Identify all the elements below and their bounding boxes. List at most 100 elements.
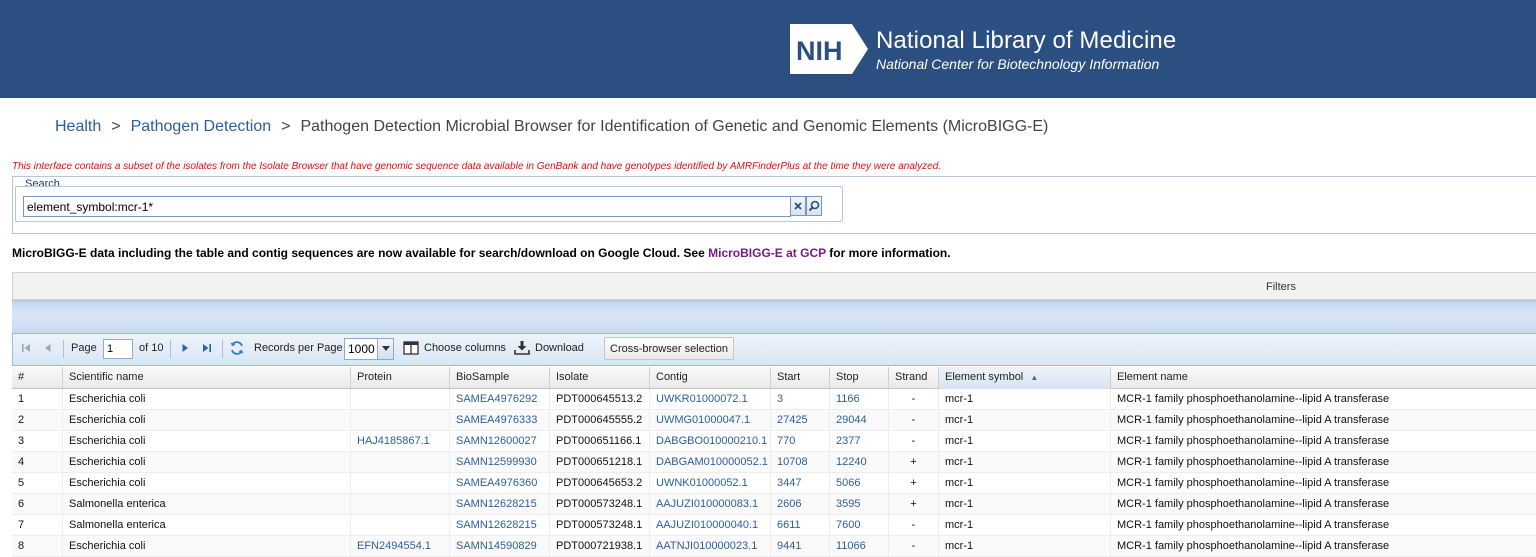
column-header-start[interactable]: Start: [771, 367, 830, 389]
filters-panel-header[interactable]: [12, 272, 1536, 300]
cell-stop[interactable]: 1166: [830, 389, 889, 410]
cell-stop[interactable]: 3595: [830, 494, 889, 515]
next-page-button[interactable]: [179, 342, 191, 354]
cell-biosample[interactable]: SAMN12599930: [450, 452, 550, 473]
cell-scientific-name: Salmonella enterica: [63, 515, 351, 536]
cell-strand: -: [889, 389, 939, 410]
cell-contig[interactable]: UWMG01000047.1: [650, 410, 771, 431]
search-button[interactable]: [806, 196, 822, 216]
cell-biosample[interactable]: SAMN12600027: [450, 431, 550, 452]
filters-panel-body: [12, 300, 1536, 334]
table-row[interactable]: 6 Salmonella enterica SAMN12628215 PDT00057…: [12, 494, 1536, 515]
cell-stop[interactable]: 29044: [830, 410, 889, 431]
column-header-number[interactable]: #: [12, 367, 63, 389]
gcp-notice: MicroBIGG-E data including the table and…: [12, 246, 951, 260]
column-header-strand[interactable]: Strand: [889, 367, 939, 389]
cell-protein[interactable]: HAJ4185867.1: [351, 431, 450, 452]
cell-biosample[interactable]: SAMEA4976292: [450, 389, 550, 410]
cell-number: 6: [12, 494, 63, 515]
column-header-contig[interactable]: Contig: [650, 367, 771, 389]
cell-start[interactable]: 3: [771, 389, 830, 410]
sort-ascending-icon: ▲: [1030, 373, 1039, 382]
gcp-notice-text: MicroBIGG-E data including the table and…: [12, 246, 709, 260]
breadcrumb-link-pathogen-detection[interactable]: Pathogen Detection: [131, 118, 272, 135]
clear-search-button[interactable]: [790, 196, 806, 216]
cell-scientific-name: Escherichia coli: [63, 536, 351, 557]
gcp-link[interactable]: MicroBIGG-E at GCP: [708, 246, 826, 260]
cross-browser-selection-button[interactable]: Cross-browser selection: [604, 337, 734, 360]
breadcrumb: Health > Pathogen Detection > Pathogen Detec…: [55, 118, 1048, 136]
choose-columns-button[interactable]: Choose columns: [403, 341, 506, 355]
nih-logo-text: NIH: [796, 36, 843, 66]
column-header-protein[interactable]: Protein: [351, 367, 450, 389]
column-header-element-name[interactable]: Element name: [1111, 367, 1536, 389]
gcp-notice-suffix: for more information.: [825, 246, 951, 260]
cell-scientific-name: Escherichia coli: [63, 389, 351, 410]
column-header-element-symbol[interactable]: Element symbol ▲: [939, 367, 1111, 389]
cell-biosample[interactable]: SAMEA4976360: [450, 473, 550, 494]
table-row[interactable]: 1 Escherichia coli SAMEA4976292 PDT00064551…: [12, 389, 1536, 410]
cell-biosample[interactable]: SAMN12628215: [450, 515, 550, 536]
ncbi-subtitle[interactable]: National Center for Biotechnology Inform…: [876, 56, 1159, 72]
last-page-button[interactable]: [201, 342, 213, 354]
cell-contig[interactable]: UWNK01000052.1: [650, 473, 771, 494]
cell-element-symbol: mcr-1: [939, 473, 1111, 494]
column-header-scientific-name[interactable]: Scientific name: [63, 367, 351, 389]
nlm-title[interactable]: National Library of Medicine: [876, 27, 1176, 55]
cell-protein[interactable]: EFN2494554.1: [351, 536, 450, 557]
column-header-isolate[interactable]: Isolate: [550, 367, 650, 389]
column-header-biosample[interactable]: BioSample: [450, 367, 550, 389]
refresh-button[interactable]: [229, 340, 245, 356]
cell-contig[interactable]: AATNJI010000023.1: [650, 536, 771, 557]
cell-number: 8: [12, 536, 63, 557]
cell-isolate: PDT000651166.1: [550, 431, 650, 452]
element-symbol-header-label: Element symbol: [945, 371, 1024, 383]
table-row[interactable]: 5 Escherichia coli SAMEA4976360 PDT00064565…: [12, 473, 1536, 494]
previous-page-button[interactable]: [42, 342, 54, 354]
breadcrumb-separator: >: [281, 118, 291, 135]
records-per-page-select[interactable]: 1000: [344, 338, 394, 360]
cell-contig[interactable]: AAJUZI010000083.1: [650, 494, 771, 515]
column-header-stop[interactable]: Stop: [830, 367, 889, 389]
page-number-input[interactable]: [103, 339, 133, 359]
first-page-button[interactable]: [20, 342, 32, 354]
cell-start[interactable]: 6611: [771, 515, 830, 536]
cell-biosample[interactable]: SAMN14590829: [450, 536, 550, 557]
cell-start[interactable]: 3447: [771, 473, 830, 494]
filters-label[interactable]: Filters: [1266, 281, 1296, 293]
cell-scientific-name: Escherichia coli: [63, 410, 351, 431]
cell-stop[interactable]: 11066: [830, 536, 889, 557]
table-row[interactable]: 3 Escherichia coli HAJ4185867.1 SAMN1260002…: [12, 431, 1536, 452]
cell-stop[interactable]: 2377: [830, 431, 889, 452]
cell-contig[interactable]: DABGAM010000052.1: [650, 452, 771, 473]
cell-contig[interactable]: AAJUZI010000040.1: [650, 515, 771, 536]
cell-isolate: PDT000573248.1: [550, 515, 650, 536]
cell-strand: -: [889, 431, 939, 452]
cell-stop[interactable]: 7600: [830, 515, 889, 536]
cell-stop[interactable]: 12240: [830, 452, 889, 473]
cell-biosample[interactable]: SAMN12628215: [450, 494, 550, 515]
download-button[interactable]: Download: [514, 341, 584, 355]
cell-contig[interactable]: DABGBO010000210.1: [650, 431, 771, 452]
cell-number: 1: [12, 389, 63, 410]
cell-isolate: PDT000645653.2: [550, 473, 650, 494]
cell-start[interactable]: 2606: [771, 494, 830, 515]
cell-start[interactable]: 27425: [771, 410, 830, 431]
table-row[interactable]: 2 Escherichia coli SAMEA4976333 PDT00064555…: [12, 410, 1536, 431]
columns-icon: [403, 341, 419, 355]
cell-start[interactable]: 10708: [771, 452, 830, 473]
cell-start[interactable]: 770: [771, 431, 830, 452]
table-row[interactable]: 7 Salmonella enterica SAMN12628215 PDT00057…: [12, 515, 1536, 536]
table-row[interactable]: 4 Escherichia coli SAMN12599930 PDT00065121…: [12, 452, 1536, 473]
cell-contig[interactable]: UWKR01000072.1: [650, 389, 771, 410]
cell-biosample[interactable]: SAMEA4976333: [450, 410, 550, 431]
chevron-down-icon[interactable]: [377, 339, 393, 359]
table-row[interactable]: 8 Escherichia coli EFN2494554.1 SAMN1459082…: [12, 536, 1536, 557]
breadcrumb-link-health[interactable]: Health: [55, 118, 101, 135]
cell-element-name: MCR-1 family phosphoethanolamine--lipid …: [1111, 389, 1536, 410]
cell-element-symbol: mcr-1: [939, 452, 1111, 473]
cell-start[interactable]: 9441: [771, 536, 830, 557]
cell-stop[interactable]: 5066: [830, 473, 889, 494]
nih-logo[interactable]: NIH: [790, 24, 868, 74]
search-input[interactable]: [23, 196, 791, 217]
